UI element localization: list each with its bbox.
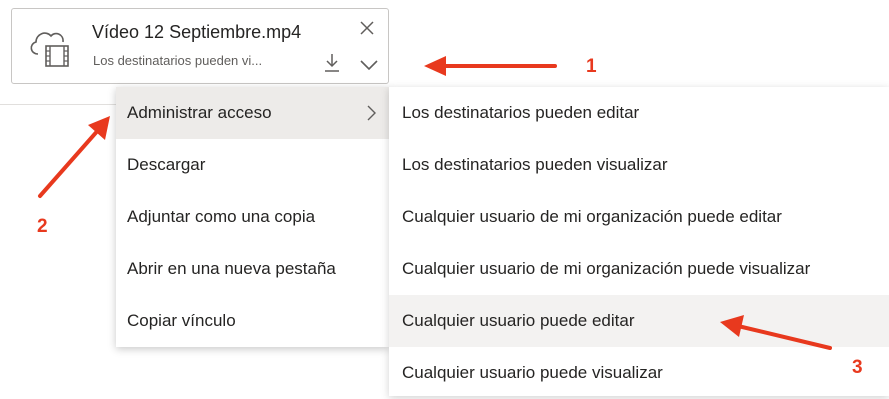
menu-item-label: Copiar vínculo [127,311,236,330]
menu-item-open-new-tab[interactable]: Abrir en una nueva pestaña [116,243,389,295]
download-icon[interactable] [323,53,341,73]
attachment-card[interactable]: Vídeo 12 Septiembre.mp4 Los destinatario… [11,8,389,84]
menu-item-download[interactable]: Descargar [116,139,389,191]
annotation-arrow-1-head [424,56,446,76]
manage-access-submenu: Los destinatarios pueden editar Los dest… [389,87,889,396]
submenu-item-label: Cualquier usuario puede editar [402,311,635,330]
submenu-item-label: Cualquier usuario de mi organización pue… [402,207,782,226]
annotation-arrow-2 [38,126,102,198]
submenu-item-label: Los destinatarios pueden visualizar [402,155,668,174]
menu-item-label: Adjuntar como una copia [127,207,316,226]
submenu-item-recipients-view[interactable]: Los destinatarios pueden visualizar [389,139,889,191]
submenu-item-label: Los destinatarios pueden editar [402,103,640,122]
chevron-right-icon [367,105,376,121]
submenu-item-label: Cualquier usuario de mi organización pue… [402,259,811,278]
submenu-item-anyone-edit[interactable]: Cualquier usuario puede editar [389,295,889,347]
submenu-item-anyone-view[interactable]: Cualquier usuario puede visualizar [389,347,889,399]
annotation-label-3: 3 [852,357,863,378]
submenu-item-org-view[interactable]: Cualquier usuario de mi organización pue… [389,243,889,295]
menu-item-label: Administrar acceso [127,103,272,122]
close-icon[interactable] [358,19,376,37]
menu-item-copy-link[interactable]: Copiar vínculo [116,295,389,347]
menu-item-label: Descargar [127,155,206,174]
header-divider [0,104,120,105]
attachment-file-name[interactable]: Vídeo 12 Septiembre.mp4 [92,22,301,43]
submenu-item-label: Cualquier usuario puede visualizar [402,363,663,382]
chevron-down-icon[interactable] [359,59,379,71]
annotation-arrow-2-head [88,116,110,140]
annotation-label-2: 2 [37,216,48,237]
attachment-permission-summary: Los destinatarios pueden vi... [93,53,263,68]
menu-item-label: Abrir en una nueva pestaña [127,259,336,278]
menu-item-manage-access[interactable]: Administrar acceso [116,87,389,139]
cloud-video-file-icon [30,32,69,67]
annotation-label-1: 1 [586,56,597,77]
attachment-context-menu: Administrar acceso Descargar Adjuntar co… [116,87,389,347]
menu-item-attach-copy[interactable]: Adjuntar como una copia [116,191,389,243]
submenu-item-org-edit[interactable]: Cualquier usuario de mi organización pue… [389,191,889,243]
submenu-item-recipients-edit[interactable]: Los destinatarios pueden editar [389,87,889,139]
